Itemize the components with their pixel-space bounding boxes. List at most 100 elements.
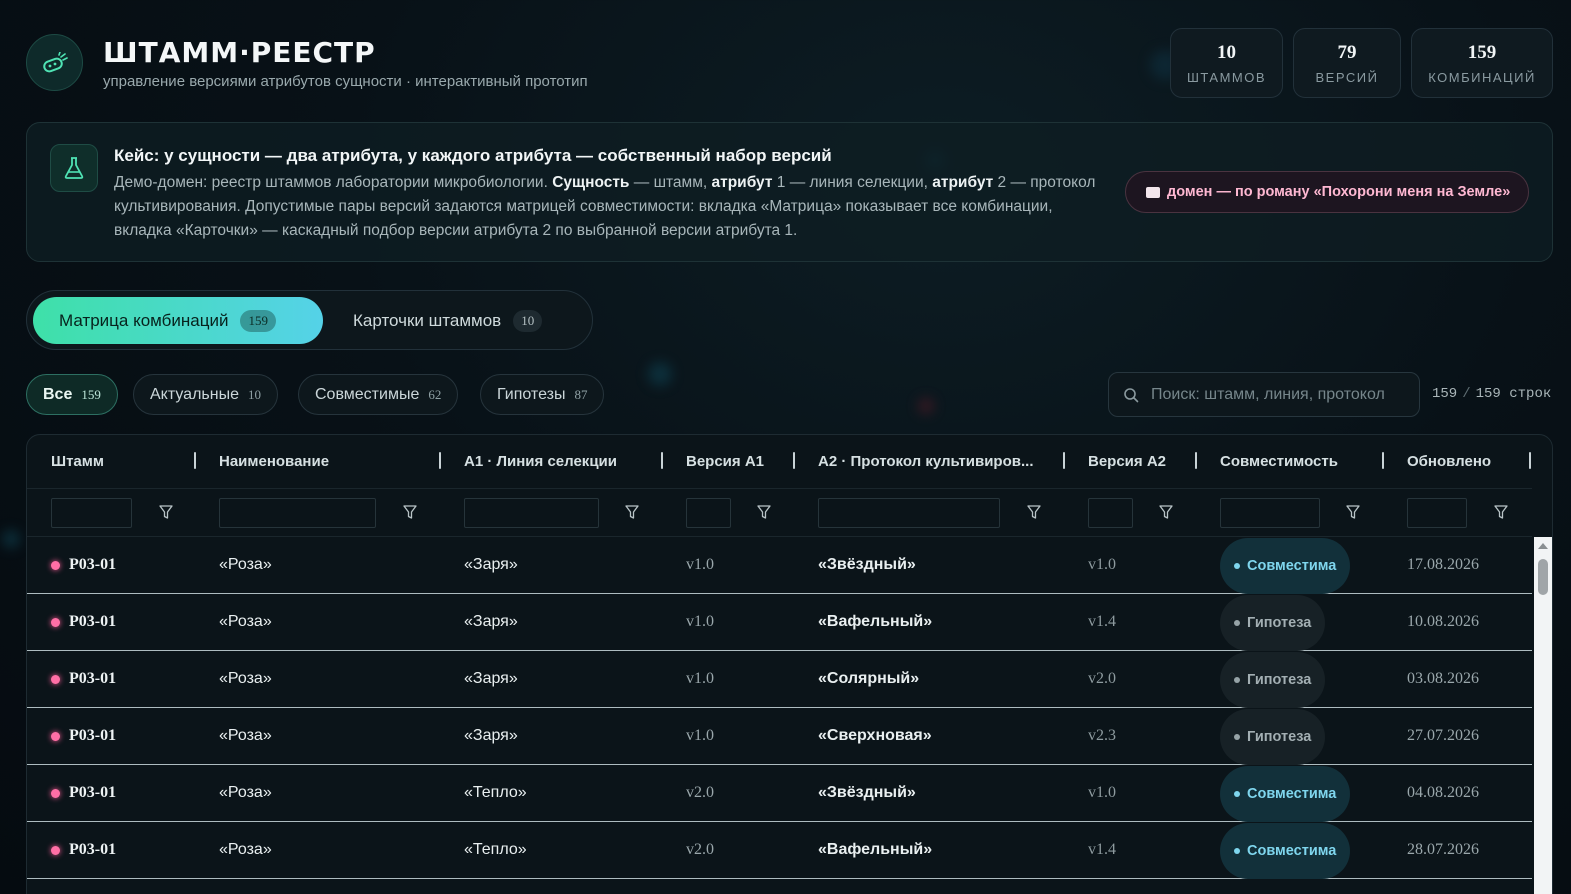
table-row[interactable]: P03-01 «Роза» «Тепло» v2.0 «Звёздный» v1… bbox=[27, 765, 1532, 822]
filter-current[interactable]: Актуальные 10 bbox=[133, 374, 278, 415]
table-row[interactable]: P03-01 «Роза» «Тепло» v2.0 «Вафельный» v… bbox=[27, 822, 1532, 879]
cell-a2: «Вафельный» bbox=[818, 613, 933, 630]
column-resize-handle[interactable] bbox=[194, 452, 196, 469]
cell-strain: P03-01 bbox=[51, 727, 116, 745]
cell-name: «Роза» bbox=[219, 613, 272, 630]
column-filter-input[interactable] bbox=[1220, 498, 1320, 528]
table-row[interactable]: P03-01 «Роза» «Заря» v1.0 «Вафельный» v1… bbox=[27, 594, 1532, 651]
column-filter-input[interactable] bbox=[51, 498, 132, 528]
cell-strain: P03-01 bbox=[51, 784, 116, 802]
column-header-v2[interactable]: Версия A2 bbox=[1088, 453, 1166, 470]
domain-label: домен — по роману «Похорони меня на Земл… bbox=[1167, 184, 1511, 200]
cell-strain: P03-01 bbox=[51, 556, 116, 574]
column-header-a1[interactable]: A1 · Линия селекции bbox=[464, 453, 617, 470]
cell-a2: «Солярный» bbox=[818, 670, 920, 687]
column-resize-handle[interactable] bbox=[1382, 452, 1384, 469]
stat-strains: 10 ШТАММОВ bbox=[1170, 28, 1283, 98]
filter-icon[interactable] bbox=[1027, 505, 1041, 520]
column-filter-input[interactable] bbox=[1088, 498, 1133, 528]
cell-updated: 28.07.2026 bbox=[1407, 841, 1479, 858]
stat-value: 10 bbox=[1217, 41, 1236, 63]
filter-all[interactable]: Все 159 bbox=[26, 374, 118, 415]
table-header: Штамм Наименование A1 · Линия селекции В… bbox=[27, 435, 1532, 489]
stat-value: 79 bbox=[1337, 41, 1357, 63]
row-count-separator: / bbox=[1462, 386, 1471, 402]
cell-v1: v2.0 bbox=[686, 841, 714, 858]
case-text: — штамм, bbox=[629, 174, 712, 191]
filter-icon[interactable] bbox=[625, 505, 639, 520]
bacteria-icon bbox=[42, 51, 68, 72]
domain-link[interactable]: домен — по роману «Похорони меня на Земл… bbox=[1125, 171, 1530, 213]
column-header-name[interactable]: Наименование bbox=[219, 453, 329, 470]
filter-label: Гипотезы bbox=[497, 385, 566, 403]
column-header-a2[interactable]: A2 · Протокол культивиров... bbox=[818, 453, 1034, 470]
search-input[interactable] bbox=[1151, 385, 1411, 404]
table-scrollbar[interactable] bbox=[1534, 537, 1552, 894]
badge-dot bbox=[1234, 563, 1240, 569]
column-resize-handle[interactable] bbox=[439, 452, 441, 469]
cell-name: «Роза» bbox=[219, 556, 272, 573]
column-resize-handle[interactable] bbox=[1195, 452, 1197, 469]
case-text: 1 — линия селекции, bbox=[772, 174, 933, 191]
tab-matrix[interactable]: Матрица комбинаций 159 bbox=[33, 297, 323, 344]
cell-a2: «Вафельный» bbox=[818, 841, 933, 858]
column-resize-handle[interactable] bbox=[1529, 452, 1531, 469]
cell-v2: v1.0 bbox=[1088, 784, 1116, 801]
strain-code: P03-01 bbox=[69, 841, 117, 858]
column-filter-input[interactable] bbox=[219, 498, 376, 528]
column-filter-input[interactable] bbox=[818, 498, 1000, 528]
column-resize-handle[interactable] bbox=[661, 452, 663, 469]
case-title: Кейс: у сущности — два атрибута, у каждо… bbox=[114, 146, 832, 165]
cell-updated: 04.08.2026 bbox=[1407, 784, 1479, 801]
filter-count: 10 bbox=[247, 386, 261, 402]
column-resize-handle[interactable] bbox=[1063, 452, 1065, 469]
table-row[interactable]: P03-01 «Роза» «Заря» v1.0 «Солярный» v2.… bbox=[27, 651, 1532, 708]
cell-v1: v1.0 bbox=[686, 556, 714, 573]
cell-name: «Роза» bbox=[219, 841, 272, 858]
column-filter-row bbox=[27, 489, 1532, 537]
filter-label: Совместимые bbox=[315, 385, 420, 403]
column-filter-input[interactable] bbox=[1407, 498, 1467, 528]
filter-count: 62 bbox=[428, 386, 442, 402]
filter-compatible[interactable]: Совместимые 62 bbox=[298, 374, 459, 415]
badge-dot bbox=[1234, 848, 1240, 854]
cell-strain: P03-01 bbox=[51, 670, 116, 688]
column-header-compat[interactable]: Совместимость bbox=[1220, 453, 1338, 470]
cell-v1: v1.0 bbox=[686, 670, 714, 687]
table-row[interactable]: P03-01 «Роза» «Заря» v1.0 «Сверхновая» v… bbox=[27, 708, 1532, 765]
badge-dot bbox=[1234, 620, 1240, 626]
column-header-v1[interactable]: Версия A1 bbox=[686, 453, 764, 470]
filter-icon[interactable] bbox=[757, 505, 771, 520]
column-header-strain[interactable]: Штамм bbox=[51, 453, 104, 470]
scrollbar-thumb[interactable] bbox=[1538, 559, 1548, 595]
case-text: Демо-домен: реестр штаммов лаборатории м… bbox=[114, 174, 553, 191]
tab-cards[interactable]: Карточки штаммов 10 bbox=[327, 297, 557, 344]
strain-code: P03-01 bbox=[69, 670, 117, 687]
stat-versions: 79 ВЕРСИЙ bbox=[1293, 28, 1401, 98]
cell-v1: v1.0 bbox=[686, 613, 714, 630]
tab-label: Матрица комбинаций bbox=[59, 310, 229, 330]
table-row[interactable]: P03-01 «Роза» «Заря» v1.0 «Звёздный» v1.… bbox=[27, 537, 1532, 594]
filter-icon[interactable] bbox=[403, 505, 417, 520]
strain-status-dot bbox=[51, 617, 60, 627]
stat-value: 159 bbox=[1467, 41, 1497, 63]
strain-code: P03-01 bbox=[69, 613, 117, 630]
strain-status-dot bbox=[51, 845, 60, 855]
column-resize-handle[interactable] bbox=[793, 452, 795, 469]
scroll-up-arrow-icon[interactable] bbox=[1538, 543, 1548, 549]
filter-icon[interactable] bbox=[1494, 505, 1508, 520]
column-filter-input[interactable] bbox=[686, 498, 731, 528]
cell-a1: «Тепло» bbox=[464, 784, 527, 801]
cell-a1: «Заря» bbox=[464, 556, 518, 573]
column-header-updated[interactable]: Обновлено bbox=[1407, 453, 1491, 470]
stat-combinations: 159 КОМБИНАЦИЙ bbox=[1411, 28, 1553, 98]
filter-icon[interactable] bbox=[1159, 505, 1173, 520]
cell-a2: «Звёздный» bbox=[818, 556, 916, 573]
filter-icon[interactable] bbox=[159, 505, 173, 520]
cell-a2: «Сверхновая» bbox=[818, 727, 932, 744]
filter-icon[interactable] bbox=[1346, 505, 1360, 520]
combinations-table: Штамм Наименование A1 · Линия селекции В… bbox=[26, 434, 1553, 894]
column-filter-input[interactable] bbox=[464, 498, 599, 528]
filter-hypotheses[interactable]: Гипотезы 87 bbox=[480, 374, 605, 415]
badge-dot bbox=[1234, 791, 1240, 797]
